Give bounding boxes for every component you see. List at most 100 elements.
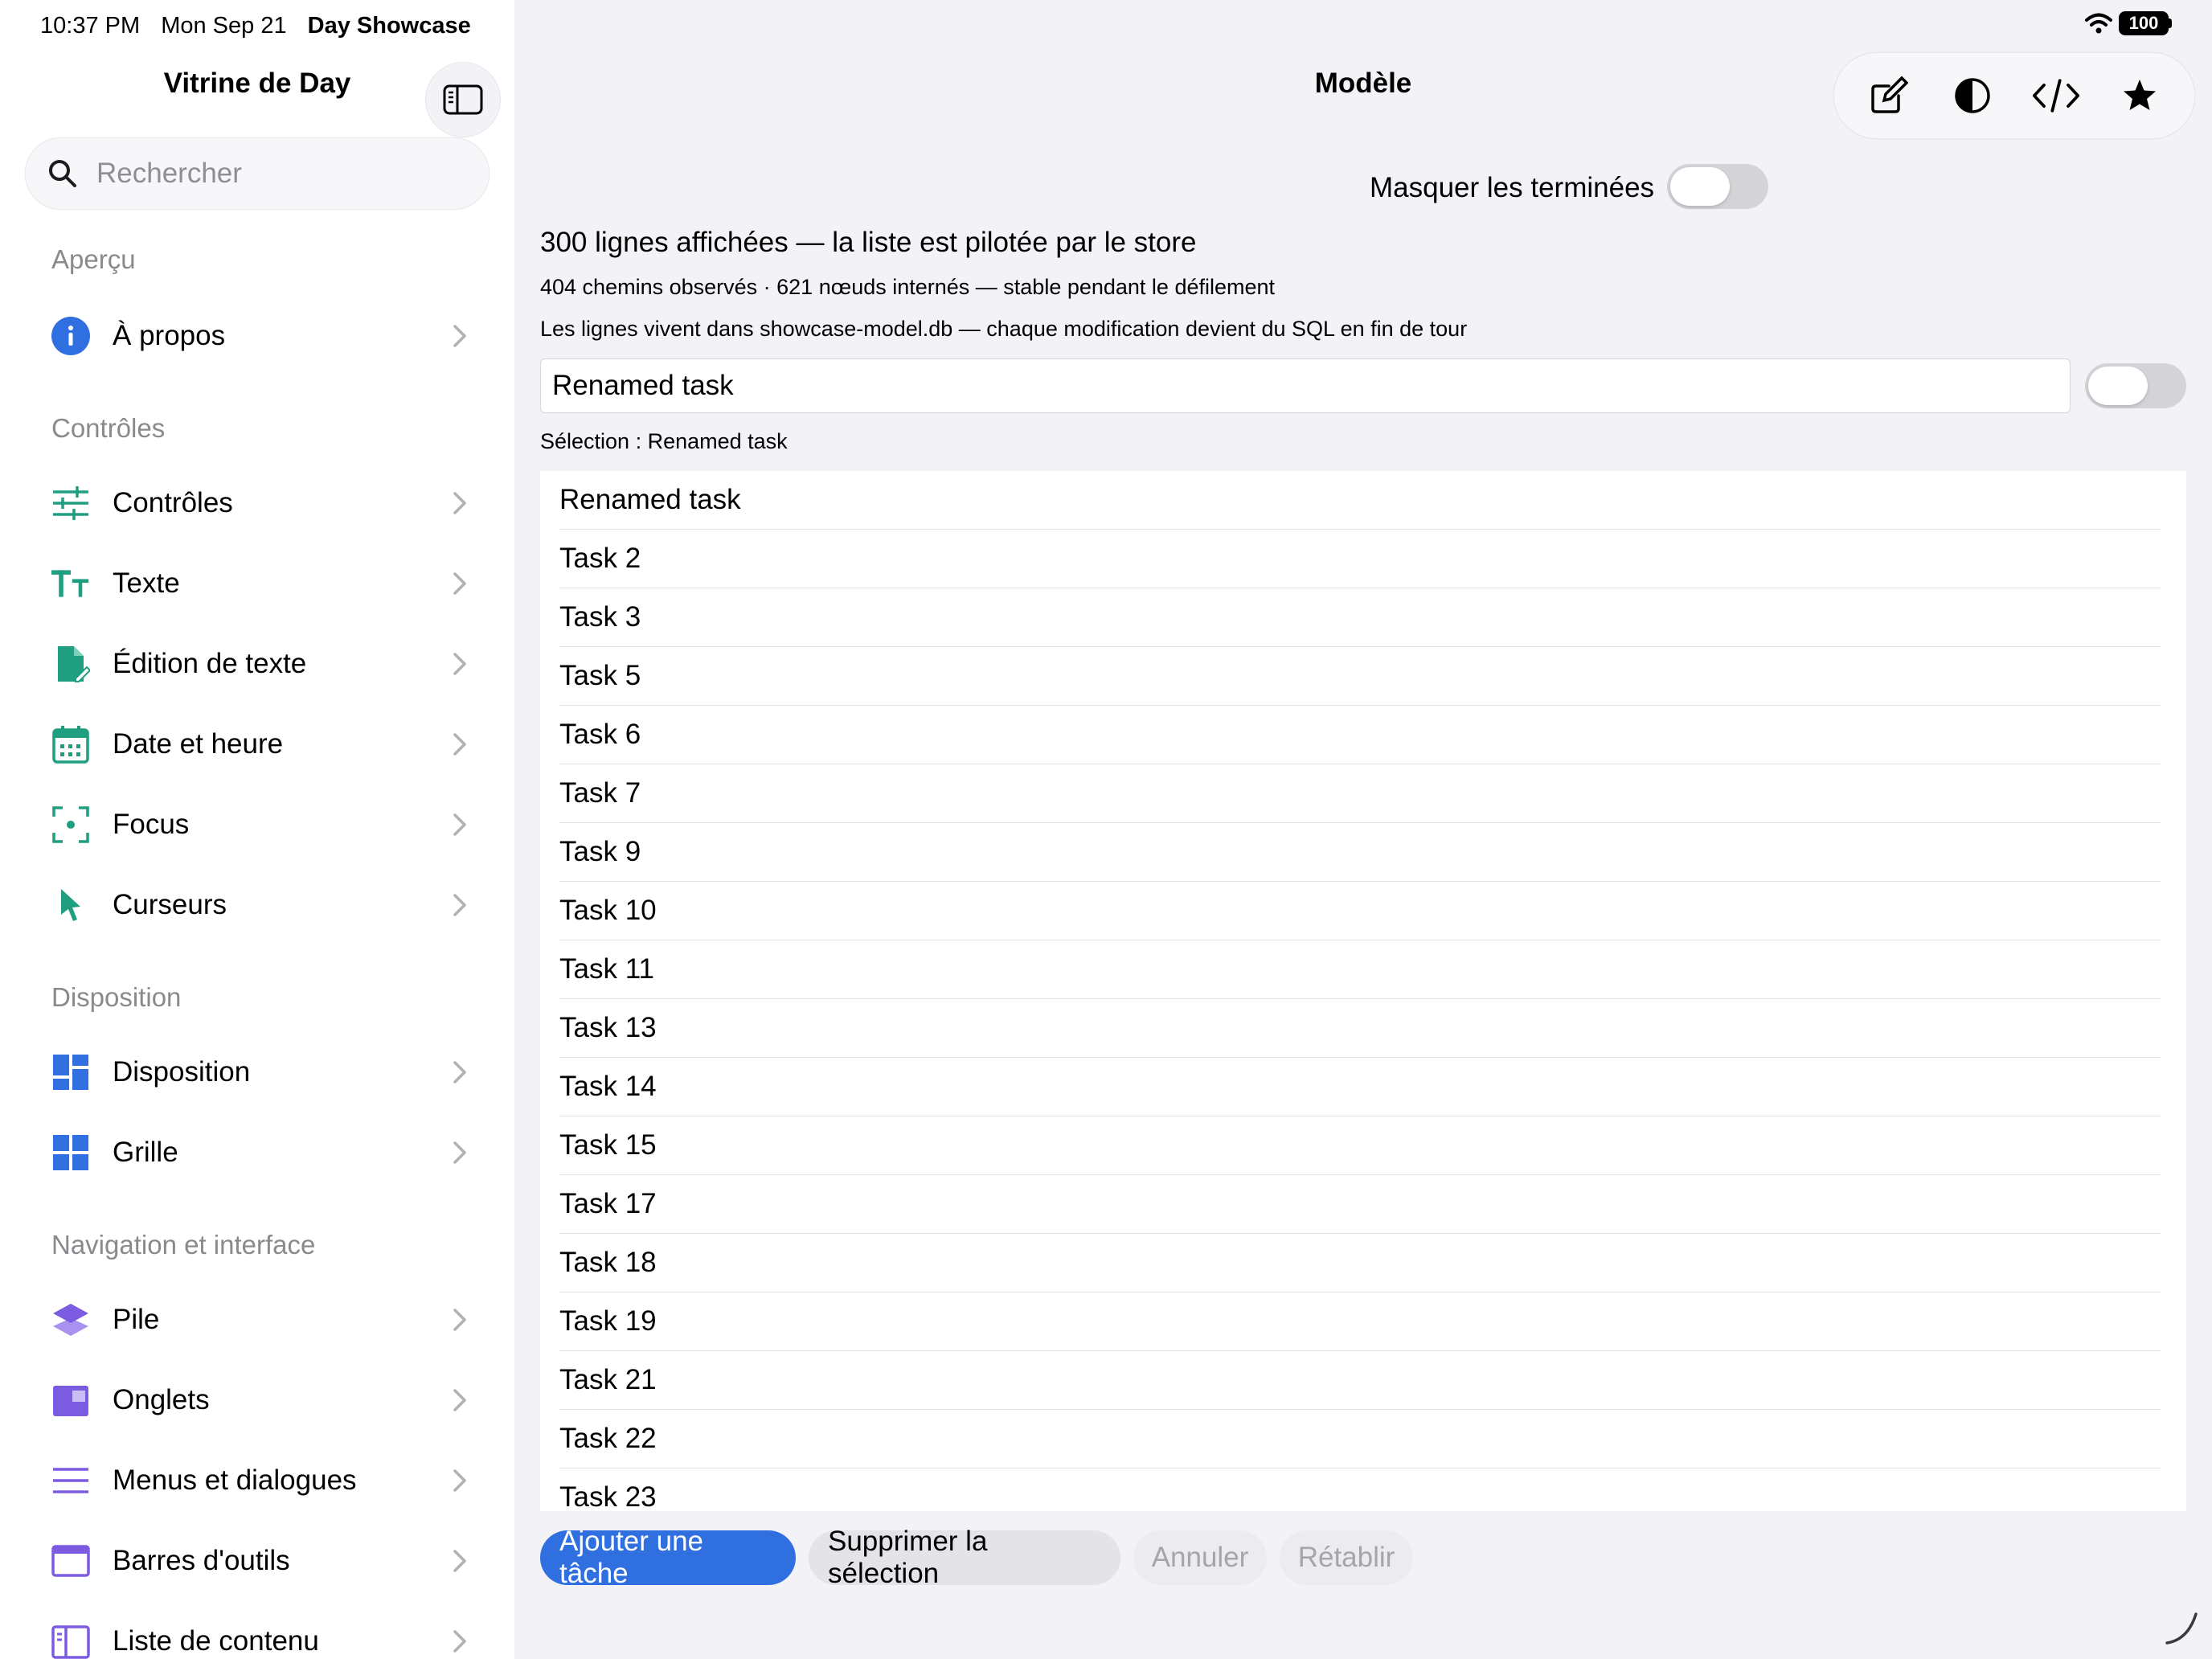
hide-completed-label: Masquer les terminées [1370, 172, 1655, 203]
list-item[interactable]: Task 3 [559, 588, 2161, 647]
list-item[interactable]: Task 10 [559, 882, 2161, 940]
list-item[interactable]: Task 19 [559, 1292, 2161, 1351]
text-size-icon [51, 570, 89, 597]
document-edit-icon [58, 646, 90, 682]
list-item[interactable]: Task 11 [559, 940, 2161, 999]
code-button[interactable] [2032, 72, 2080, 120]
task-list[interactable]: Renamed task Task 2 Task 3 Task 5 Task 6… [540, 471, 2186, 1511]
list-item[interactable]: Task 21 [559, 1351, 2161, 1410]
add-task-button[interactable]: Ajouter une tâche [540, 1526, 796, 1589]
sidebar-item-controles[interactable]: Contrôles [51, 475, 469, 531]
cursor-icon [61, 889, 80, 921]
sidebar-item-a-propos[interactable]: À propos [51, 308, 469, 364]
sidebar-item-barres-d-outils[interactable]: Barres d'outils [51, 1533, 469, 1589]
sidebar-item-label: Barres d'outils [113, 1545, 290, 1576]
search-icon [49, 160, 76, 187]
sidebar-item-label: Curseurs [113, 889, 227, 920]
sidebar-item-curseurs[interactable]: Curseurs [51, 877, 469, 933]
chevron-right-icon [453, 1469, 466, 1492]
sidebar-item-label: Focus [113, 809, 190, 840]
main-content: 100 Modèle Masquer les terminées 300 lig… [514, 0, 2212, 1659]
sidebar-item-label: Disposition [113, 1056, 251, 1088]
info-icon [51, 317, 90, 355]
list-item[interactable]: Renamed task [559, 471, 2161, 530]
sidebar-item-grille[interactable]: Grille [51, 1124, 469, 1181]
sidebar-item-texte[interactable]: Texte [51, 555, 469, 612]
sidebar-item-label: Menus et dialogues [113, 1464, 357, 1496]
list-item[interactable]: Task 17 [559, 1175, 2161, 1234]
compose-button[interactable] [1865, 72, 1913, 120]
code-icon [2032, 79, 2080, 113]
list-item[interactable]: Task 23 [559, 1469, 2161, 1511]
sidebar-item-label: Édition de texte [113, 648, 307, 679]
sliders-icon [53, 486, 88, 520]
calendar-icon [52, 726, 89, 764]
list-item[interactable]: Task 15 [559, 1116, 2161, 1175]
chevron-right-icon [453, 813, 466, 836]
section-header-apercu: Aperçu [51, 244, 136, 274]
sidebar-item-onglets[interactable]: Onglets [51, 1372, 469, 1428]
sidebar-item-label: À propos [113, 320, 226, 351]
list-item[interactable]: Task 13 [559, 999, 2161, 1058]
sidebar-item-label: Texte [113, 567, 180, 599]
status-app-name: Day Showcase [307, 13, 471, 39]
sidebar-item-label: Pile [113, 1304, 160, 1335]
chevron-right-icon [453, 1389, 466, 1411]
toolbar-icon [51, 1545, 90, 1577]
toolbar [1834, 53, 2194, 138]
battery-tip [2169, 18, 2172, 28]
favorite-button[interactable] [2116, 72, 2164, 120]
row-toggle[interactable] [2085, 363, 2186, 408]
hide-completed-toggle[interactable] [1667, 164, 1768, 209]
chevron-right-icon [453, 894, 466, 916]
chevron-right-icon [453, 325, 466, 347]
toggle-knob [1670, 167, 1730, 206]
search-placeholder: Rechercher [96, 158, 242, 189]
search-field[interactable]: Rechercher [26, 138, 489, 209]
list-item[interactable]: Task 14 [559, 1058, 2161, 1116]
summary-text: 300 lignes affichées — la liste est pilo… [540, 227, 1197, 258]
list-item[interactable]: Task 9 [559, 823, 2161, 882]
undo-button[interactable]: Annuler [1133, 1530, 1267, 1585]
list-item[interactable]: Task 22 [559, 1410, 2161, 1469]
section-header-controles: Contrôles [51, 413, 166, 443]
status-bar-left: 10:37 PM Mon Sep 21 Day Showcase [40, 13, 471, 39]
sidebar-toggle-icon [443, 84, 483, 115]
tabs-icon [53, 1386, 88, 1416]
toggle-knob [2088, 367, 2148, 405]
delete-selection-button[interactable]: Supprimer la sélection [809, 1526, 1120, 1589]
status-time: 10:37 PM [40, 13, 141, 39]
sidebar-item-disposition[interactable]: Disposition [51, 1044, 469, 1100]
sidebar-toggle-button[interactable] [426, 63, 500, 137]
resize-handle-icon[interactable] [2164, 1611, 2199, 1646]
sidebar-item-focus[interactable]: Focus [51, 797, 469, 853]
chevron-right-icon [453, 653, 466, 675]
sidebar-item-menus-et-dialogues[interactable]: Menus et dialogues [51, 1452, 469, 1509]
chevron-right-icon [453, 572, 466, 595]
sidebar-item-date-et-heure[interactable]: Date et heure [51, 716, 469, 772]
list-item[interactable]: Task 5 [559, 647, 2161, 706]
redo-button[interactable]: Rétablir [1280, 1530, 1413, 1585]
list-item[interactable]: Task 2 [559, 530, 2161, 588]
selection-label: Sélection : Renamed task [540, 429, 788, 453]
sidebar-item-pile[interactable]: Pile [51, 1292, 469, 1348]
appearance-button[interactable] [1948, 72, 1997, 120]
focus-icon [52, 806, 89, 843]
list-item[interactable]: Task 7 [559, 764, 2161, 823]
sidebar-item-liste-de-contenu[interactable]: Liste de contenu [51, 1613, 469, 1659]
section-header-disposition: Disposition [51, 982, 182, 1012]
rename-field[interactable] [540, 358, 2071, 413]
list-item[interactable]: Task 6 [559, 706, 2161, 764]
list-item[interactable]: Task 18 [559, 1234, 2161, 1292]
sidebar-item-edition-de-texte[interactable]: Édition de texte [51, 636, 469, 692]
grid-icon [53, 1135, 88, 1170]
wifi-icon [2085, 13, 2112, 34]
status-bar-right: 100 [2085, 11, 2172, 35]
rename-input[interactable] [541, 359, 2070, 412]
chevron-right-icon [453, 1630, 466, 1653]
chevron-right-icon [453, 1550, 466, 1572]
compose-icon [1871, 76, 1908, 113]
contrast-icon [1955, 78, 1990, 113]
chevron-right-icon [453, 492, 466, 514]
content-list-icon [51, 1625, 90, 1659]
